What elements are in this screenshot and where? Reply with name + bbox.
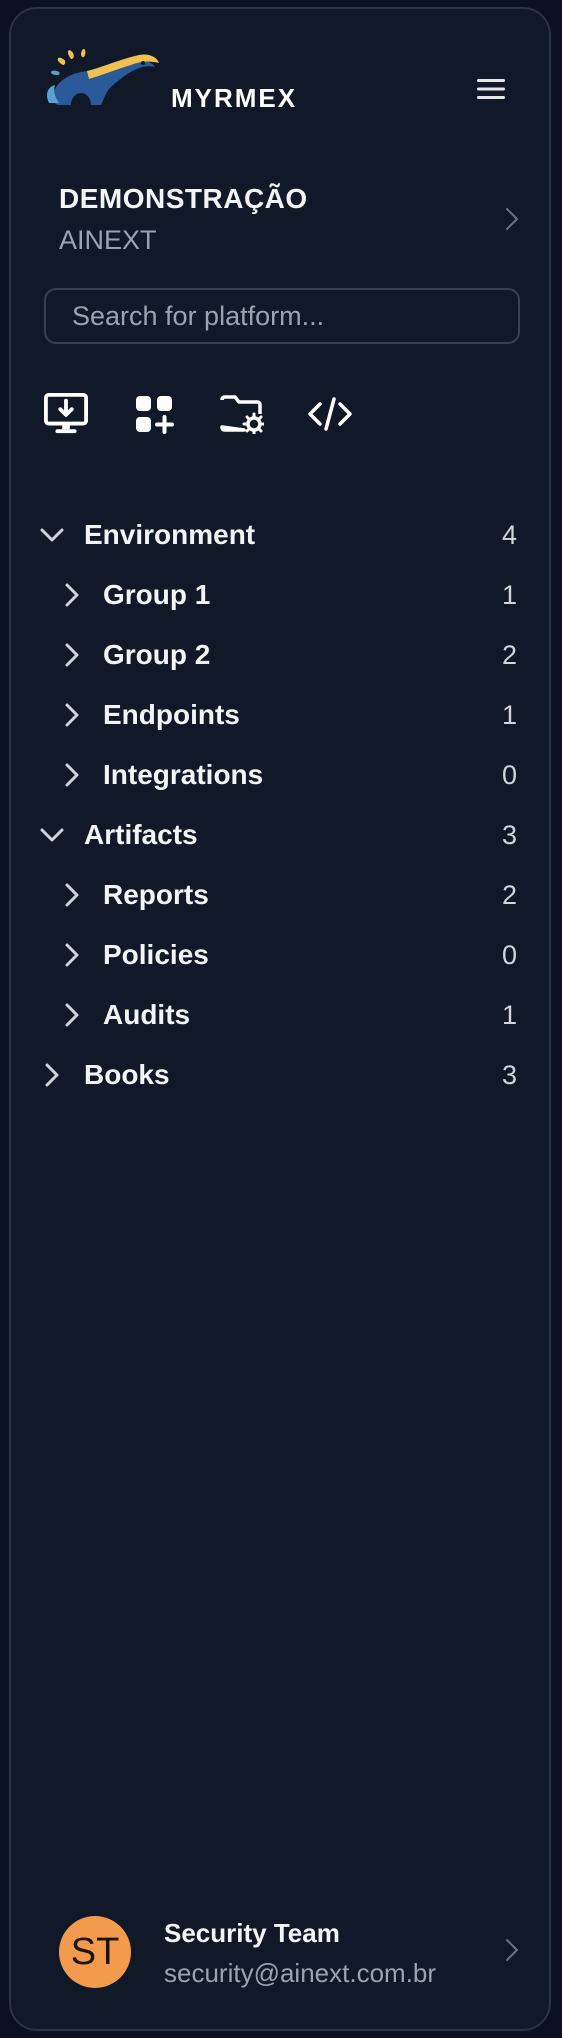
tree-item-count: 0 xyxy=(501,759,517,790)
apps-add-icon xyxy=(136,396,174,434)
chevron-right-icon[interactable] xyxy=(58,761,86,789)
chevron-right-icon xyxy=(506,208,518,230)
avatar: ST xyxy=(59,1916,131,1988)
monitor-download-icon xyxy=(44,392,88,434)
tree-item[interactable]: Group 2 2 xyxy=(11,625,549,685)
tree-item[interactable]: Integrations 0 xyxy=(11,745,549,805)
tree-item[interactable]: Books 3 xyxy=(11,1045,549,1105)
chevron-right-icon[interactable] xyxy=(58,701,86,729)
menu-button[interactable] xyxy=(471,69,511,109)
hamburger-menu-icon xyxy=(477,79,505,99)
brand-name: MYRMEX xyxy=(171,83,298,113)
tree-item-label: Endpoints xyxy=(103,699,240,730)
chevron-right-icon[interactable] xyxy=(58,1001,86,1029)
chevron-right-icon[interactable] xyxy=(38,1061,66,1089)
user-profile[interactable]: ST Security Team security@ainext.com.br xyxy=(59,1904,519,2000)
tree-item-label: Group 2 xyxy=(103,639,211,670)
apps-add-button[interactable] xyxy=(132,392,176,436)
user-email: security@ainext.com.br xyxy=(164,1958,437,1988)
brand-logo[interactable]: MYRMEX xyxy=(43,45,295,115)
tree-item-count: 0 xyxy=(501,939,517,970)
tree-item[interactable]: Artifacts 3 xyxy=(11,805,549,865)
tree-item[interactable]: Endpoints 1 xyxy=(11,685,549,745)
tree-item[interactable]: Audits 1 xyxy=(11,985,549,1045)
sidebar: MYRMEX DEMONSTRAÇÃO AINEXT Search for pl… xyxy=(9,7,551,2031)
tree-item-label: Artifacts xyxy=(84,819,198,850)
organization-subtitle: AINEXT xyxy=(59,225,157,255)
tree-item-label: Group 1 xyxy=(103,579,211,610)
organization-name: DEMONSTRAÇÃO xyxy=(59,183,308,214)
tree-item-label: Reports xyxy=(103,879,209,910)
tree-item[interactable]: Group 1 1 xyxy=(11,565,549,625)
tree-item-count: 1 xyxy=(501,999,517,1030)
tree-item-count: 2 xyxy=(501,879,517,910)
chevron-right-icon[interactable] xyxy=(58,641,86,669)
tree-item[interactable]: Environment 4 xyxy=(11,505,549,565)
chevron-down-icon[interactable] xyxy=(38,521,66,549)
tree-item-label: Environment xyxy=(84,519,256,550)
chevron-down-icon[interactable] xyxy=(38,821,66,849)
monitor-download-button[interactable] xyxy=(44,392,88,436)
tree-item[interactable]: Reports 2 xyxy=(11,865,549,925)
folder-settings-icon xyxy=(220,395,264,434)
code-icon xyxy=(308,397,352,431)
chevron-right-icon[interactable] xyxy=(58,941,86,969)
tree-item-count: 2 xyxy=(501,639,517,670)
tree-item-count: 1 xyxy=(501,579,517,610)
toolbar xyxy=(44,392,352,436)
chevron-right-icon[interactable] xyxy=(58,881,86,909)
tree-item-count: 1 xyxy=(501,699,517,730)
navigation-tree: Environment 4 Group 1 1 Group 2 2 Endpoints 1 In… xyxy=(11,505,549,1105)
code-button[interactable] xyxy=(308,392,352,436)
tree-item-count: 4 xyxy=(501,519,517,550)
chevron-right-icon xyxy=(506,1939,518,1961)
tree-item[interactable]: Policies 0 xyxy=(11,925,549,985)
chevron-right-icon[interactable] xyxy=(58,581,86,609)
user-name: Security Team xyxy=(164,1918,340,1948)
search-input[interactable] xyxy=(44,288,520,344)
organization-selector[interactable]: DEMONSTRAÇÃO AINEXT xyxy=(59,169,519,269)
tree-item-label: Audits xyxy=(103,999,191,1030)
tree-item-label: Integrations xyxy=(103,759,264,790)
tree-item-count: 3 xyxy=(501,1059,517,1090)
tree-item-label: Books xyxy=(84,1059,170,1090)
tree-item-label: Policies xyxy=(103,939,209,970)
folder-settings-button[interactable] xyxy=(220,392,264,436)
anteater-logo-icon xyxy=(47,49,159,105)
tree-item-count: 3 xyxy=(501,819,517,850)
